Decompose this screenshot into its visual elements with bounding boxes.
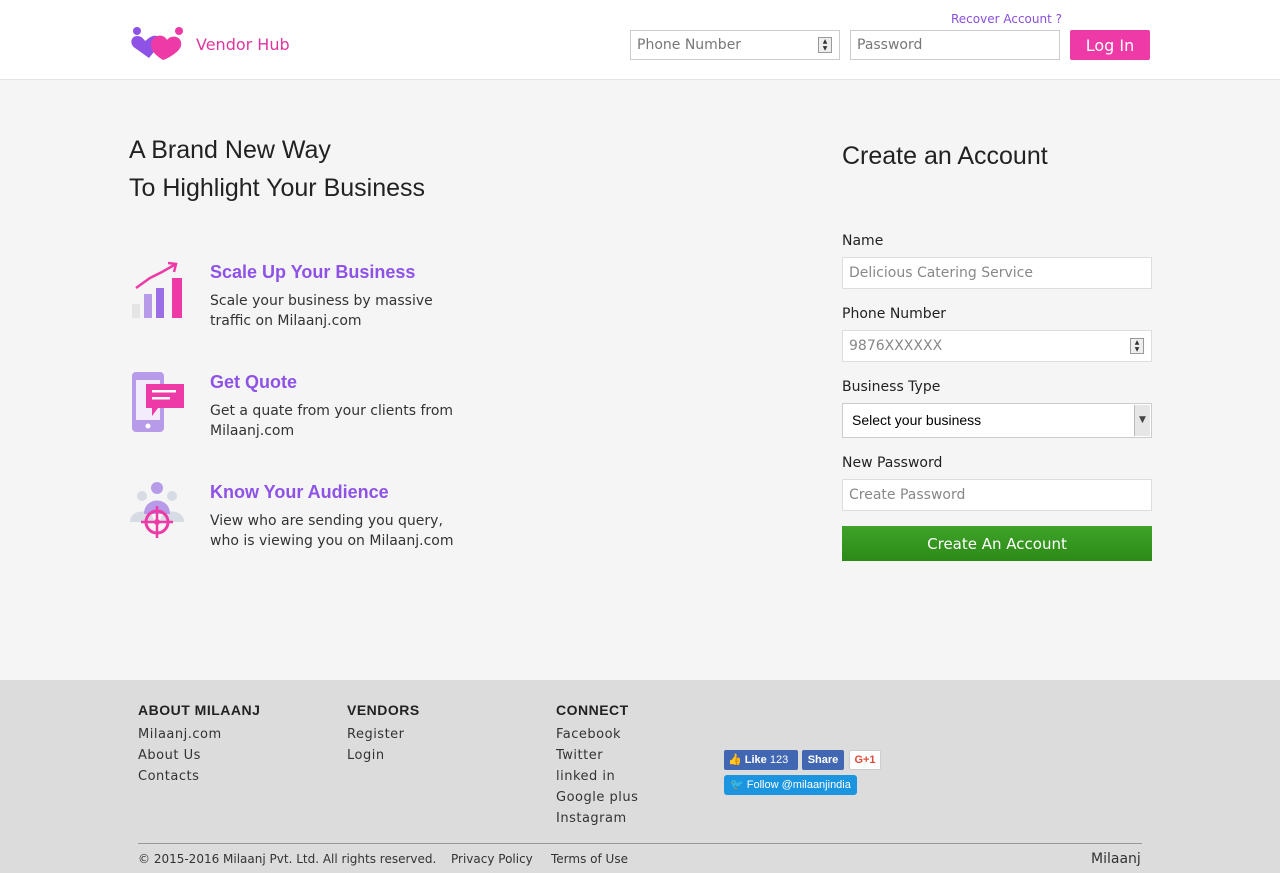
phone-stepper-icon[interactable]: ▲ ▼ xyxy=(1130,338,1144,354)
twitter-follow-label: Follow @milaanjindia xyxy=(746,779,851,791)
footer-link-milaanj[interactable]: Milaanj.com xyxy=(138,724,260,745)
twitter-bird-icon: 🐦 xyxy=(730,779,744,791)
form-title: Create an Account xyxy=(842,142,1048,170)
footer-link-login[interactable]: Login xyxy=(347,745,420,766)
create-account-button[interactable]: Create An Account xyxy=(842,526,1152,561)
name-input[interactable] xyxy=(842,257,1152,289)
phone-label: Phone Number xyxy=(842,306,947,322)
footer-link-twitter[interactable]: Twitter xyxy=(556,745,638,766)
footer-col-connect: CONNECT Facebook Twitter linked in Googl… xyxy=(556,702,638,829)
facebook-like-count: 123 xyxy=(769,754,789,766)
feature-title-audience: Know Your Audience xyxy=(210,482,389,502)
feature-desc-line: traffic on Milaanj.com xyxy=(210,313,362,329)
privacy-policy-link[interactable]: Privacy Policy xyxy=(451,852,533,866)
name-label: Name xyxy=(842,233,884,249)
footer-link-about[interactable]: About Us xyxy=(138,745,260,766)
login-button[interactable]: Log In xyxy=(1070,30,1150,60)
feature-desc-scale: Scale your business by massive traffic o… xyxy=(210,291,470,331)
business-type-label: Business Type xyxy=(842,379,941,395)
phone-chat-icon xyxy=(132,372,184,432)
brand-name: Vendor Hub xyxy=(196,35,290,54)
header-phone-input[interactable] xyxy=(630,30,840,60)
feature-desc-line: View who are sending you query, xyxy=(210,513,443,529)
feature-desc-line: Scale your business by massive xyxy=(210,293,433,309)
header-password-input[interactable] xyxy=(850,30,1060,60)
hero-title: A Brand New Way To Highlight Your Busine… xyxy=(129,131,425,207)
twitter-follow-button[interactable]: 🐦 Follow @milaanjindia xyxy=(724,775,857,795)
chevron-down-icon[interactable]: ▼ xyxy=(1134,405,1150,436)
footer-col-vendors: VENDORS Register Login xyxy=(347,702,420,766)
facebook-like-label: Like xyxy=(744,754,767,766)
footer-heading: VENDORS xyxy=(347,702,420,718)
feature-desc-quote: Get a quate from your clients from Milaa… xyxy=(210,401,470,441)
footer-link-facebook[interactable]: Facebook xyxy=(556,724,638,745)
phone-spinner-icon[interactable]: ▲ ▼ xyxy=(818,37,832,53)
feature-desc-audience: View who are sending you query, who is v… xyxy=(210,511,470,551)
new-password-input[interactable] xyxy=(842,479,1152,511)
phone-input[interactable] xyxy=(842,330,1152,362)
footer-divider xyxy=(138,843,1142,844)
audience-target-icon xyxy=(130,482,184,538)
facebook-like-button[interactable]: 👍 Like 123 xyxy=(724,750,798,770)
hero-line-1: A Brand New Way xyxy=(129,136,331,164)
terms-of-use-link[interactable]: Terms of Use xyxy=(551,852,628,866)
milaanj-logo-icon[interactable] xyxy=(129,26,187,62)
footer-link-instagram[interactable]: Instagram xyxy=(556,808,638,829)
footer-heading: ABOUT MILAANJ xyxy=(138,702,261,718)
feature-desc-line: who is viewing you on Milaanj.com xyxy=(210,533,454,549)
recover-account-link[interactable]: Recover Account ? xyxy=(951,12,1062,26)
footer-col-about: ABOUT MILAANJ Milaanj.com About Us Conta… xyxy=(138,702,260,787)
hero-line-2: To Highlight Your Business xyxy=(129,174,426,202)
business-type-select[interactable]: Select your business ▼ xyxy=(842,403,1152,438)
growth-chart-icon xyxy=(132,261,182,318)
new-password-label: New Password xyxy=(842,455,943,471)
facebook-share-button[interactable]: Share xyxy=(802,750,844,770)
google-plus-button[interactable]: G+1 xyxy=(849,750,881,770)
footer-brand: Milaanj xyxy=(1091,851,1141,867)
feature-desc-line: Milaanj.com xyxy=(210,423,295,439)
footer-link-register[interactable]: Register xyxy=(347,724,420,745)
feature-desc-line: Get a quate from your clients from xyxy=(210,403,454,419)
feature-title-scale: Scale Up Your Business xyxy=(210,262,416,282)
footer: ABOUT MILAANJ Milaanj.com About Us Conta… xyxy=(0,680,1280,873)
footer-link-linkedin[interactable]: linked in xyxy=(556,766,638,787)
footer-heading: CONNECT xyxy=(556,702,629,718)
copyright-text: © 2015-2016 Milaanj Pvt. Ltd. All rights… xyxy=(138,852,437,866)
thumbs-up-icon: 👍 xyxy=(728,754,742,766)
footer-link-contacts[interactable]: Contacts xyxy=(138,766,260,787)
footer-link-googleplus[interactable]: Google plus xyxy=(556,787,638,808)
feature-title-quote: Get Quote xyxy=(210,372,298,392)
business-type-value: Select your business xyxy=(852,412,982,428)
